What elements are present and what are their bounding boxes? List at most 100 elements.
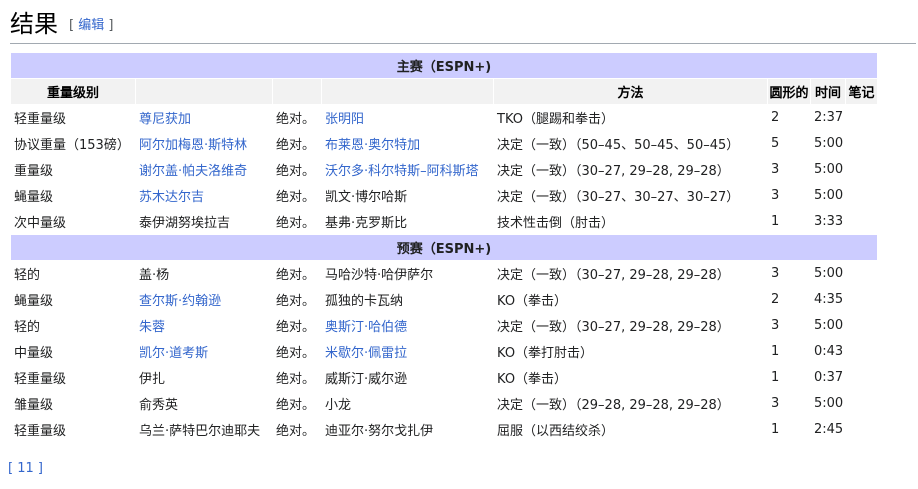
- loser-link[interactable]: 奥斯汀·哈伯德: [325, 320, 407, 335]
- notes-cell: [846, 313, 877, 338]
- winner-link[interactable]: 尊尼获加: [139, 112, 191, 127]
- column-header-rounds: 圆形的: [768, 79, 810, 104]
- round-cell: 3: [768, 391, 810, 416]
- column-header-weight: 重量级别: [11, 79, 135, 104]
- column-header-notes: 笔记: [846, 79, 877, 104]
- weight-cell: 轻重量级: [11, 365, 135, 390]
- weight-cell: 蝇量级: [11, 183, 135, 208]
- edit-link[interactable]: 编辑: [78, 18, 104, 33]
- footnote-reference[interactable]: [ 11 ]: [8, 461, 43, 477]
- table-row: 蝇量级 苏木达尔吉 绝对。 凯文·博尔哈斯 决定（一致）（30–27、30–27、30–…: [11, 183, 877, 208]
- weight-cell: 中量级: [11, 339, 135, 364]
- winner-cell: 盖·杨: [136, 261, 272, 286]
- loser-cell: 小龙: [322, 391, 493, 416]
- method-cell: 决定（一致）（30–27, 29–28, 29–28）: [494, 157, 767, 182]
- loser-link[interactable]: 布莱恩·奥尔特加: [325, 138, 420, 153]
- time-cell: 5:00: [811, 313, 845, 338]
- winner-link[interactable]: 凯尔·道考斯: [139, 346, 208, 361]
- loser-link[interactable]: 米歇尔·佩雷拉: [325, 346, 407, 361]
- table-row: 轻重量级 乌兰·萨特巴尔迪耶夫 绝对。 迪亚尔·努尔戈扎伊 屈服（以西结绞杀） 1 2:45: [11, 417, 877, 442]
- round-cell: 3: [768, 313, 810, 338]
- time-cell: 5:00: [811, 131, 845, 156]
- time-cell: 0:37: [811, 365, 845, 390]
- versus-cell: 绝对。: [273, 131, 321, 156]
- weight-cell: 雏量级: [11, 391, 135, 416]
- round-cell: 3: [768, 261, 810, 286]
- edit-bracket-open: [: [69, 18, 75, 33]
- method-cell: KO（拳打肘击）: [494, 339, 767, 364]
- notes-cell: [846, 157, 877, 182]
- versus-cell: 绝对。: [273, 105, 321, 130]
- winner-cell: 俞秀英: [136, 391, 272, 416]
- table-row: 重量级 谢尔盖·帕夫洛维奇 绝对。 沃尔多·科尔特斯–阿科斯塔 决定（一致）（30–27…: [11, 157, 877, 182]
- method-cell: KO（拳击）: [494, 365, 767, 390]
- method-cell: 决定（一致）（30–27, 29–28, 29–28）: [494, 313, 767, 338]
- notes-cell: [846, 287, 877, 312]
- winner-cell: 尊尼获加: [136, 105, 272, 130]
- winner-cell: 查尔斯·约翰逊: [136, 287, 272, 312]
- versus-cell: 绝对。: [273, 183, 321, 208]
- winner-link[interactable]: 朱蓉: [139, 320, 165, 335]
- round-cell: 2: [768, 287, 810, 312]
- loser-cell: 张明阳: [322, 105, 493, 130]
- versus-cell: 绝对。: [273, 313, 321, 338]
- round-cell: 5: [768, 131, 810, 156]
- winner-link[interactable]: 苏木达尔吉: [139, 190, 204, 205]
- method-cell: 决定（一致）（30–27、30–27、30–27）: [494, 183, 767, 208]
- winner-link[interactable]: 查尔斯·约翰逊: [139, 294, 221, 309]
- column-header-loser: [322, 79, 493, 104]
- winner-cell: 朱蓉: [136, 313, 272, 338]
- notes-cell: [846, 183, 877, 208]
- versus-cell: 绝对。: [273, 417, 321, 442]
- column-header-row: 重量级别 方法 圆形的 时间 笔记: [11, 79, 877, 104]
- winner-cell: 泰伊湖努埃拉吉: [136, 209, 272, 234]
- time-cell: 4:35: [811, 287, 845, 312]
- notes-cell: [846, 131, 877, 156]
- winner-link[interactable]: 阿尔加梅恩·斯特林: [139, 138, 247, 153]
- round-cell: 1: [768, 365, 810, 390]
- method-cell: 决定（一致）（29–28, 29–28, 29–28）: [494, 391, 767, 416]
- table-row: 中量级 凯尔·道考斯 绝对。 米歇尔·佩雷拉 KO（拳打肘击） 1 0:43: [11, 339, 877, 364]
- winner-cell: 伊扎: [136, 365, 272, 390]
- versus-cell: 绝对。: [273, 157, 321, 182]
- versus-cell: 绝对。: [273, 287, 321, 312]
- time-cell: 2:37: [811, 105, 845, 130]
- winner-cell: 苏木达尔吉: [136, 183, 272, 208]
- versus-cell: 绝对。: [273, 261, 321, 286]
- results-table: 主赛（ESPN+) 重量级别 方法 圆形的 时间 笔记 轻重量级 尊尼获加 绝对。 张明阳 TKO（…: [10, 52, 878, 443]
- section-title: 主赛（ESPN+): [11, 53, 877, 78]
- edit-bracket-close: ]: [108, 18, 114, 33]
- winner-cell: 乌兰·萨特巴尔迪耶夫: [136, 417, 272, 442]
- loser-link[interactable]: 张明阳: [325, 112, 364, 127]
- column-header-winner: [136, 79, 272, 104]
- loser-cell: 基弗·克罗斯比: [322, 209, 493, 234]
- time-cell: 2:45: [811, 417, 845, 442]
- time-cell: 3:33: [811, 209, 845, 234]
- loser-cell: 凯文·博尔哈斯: [322, 183, 493, 208]
- loser-cell: 迪亚尔·努尔戈扎伊: [322, 417, 493, 442]
- winner-cell: 阿尔加梅恩·斯特林: [136, 131, 272, 156]
- loser-link[interactable]: 沃尔多·科尔特斯–阿科斯塔: [325, 164, 479, 179]
- time-cell: 5:00: [811, 157, 845, 182]
- table-row: 蝇量级 查尔斯·约翰逊 绝对。 孤独的卡瓦纳 KO（拳击） 2 4:35: [11, 287, 877, 312]
- notes-cell: [846, 105, 877, 130]
- column-header-method: 方法: [494, 79, 767, 104]
- weight-cell: 协议重量（153磅）: [11, 131, 135, 156]
- notes-cell: [846, 261, 877, 286]
- table-row: 轻的 朱蓉 绝对。 奥斯汀·哈伯德 决定（一致）（30–27, 29–28, 29–28…: [11, 313, 877, 338]
- weight-cell: 蝇量级: [11, 287, 135, 312]
- winner-cell: 凯尔·道考斯: [136, 339, 272, 364]
- weight-cell: 轻重量级: [11, 105, 135, 130]
- method-cell: TKO（腿踢和拳击）: [494, 105, 767, 130]
- table-row: 雏量级 俞秀英 绝对。 小龙 决定（一致）（29–28, 29–28, 29–28） 3 5…: [11, 391, 877, 416]
- method-cell: KO（拳击）: [494, 287, 767, 312]
- versus-cell: 绝对。: [273, 339, 321, 364]
- notes-cell: [846, 339, 877, 364]
- loser-cell: 威斯汀·威尔逊: [322, 365, 493, 390]
- time-cell: 5:00: [811, 183, 845, 208]
- winner-link[interactable]: 谢尔盖·帕夫洛维奇: [139, 164, 247, 179]
- method-cell: 决定（一致）（50–45、50–45、50–45）: [494, 131, 767, 156]
- section-header-row: 主赛（ESPN+): [11, 53, 877, 78]
- round-cell: 1: [768, 417, 810, 442]
- weight-cell: 轻的: [11, 261, 135, 286]
